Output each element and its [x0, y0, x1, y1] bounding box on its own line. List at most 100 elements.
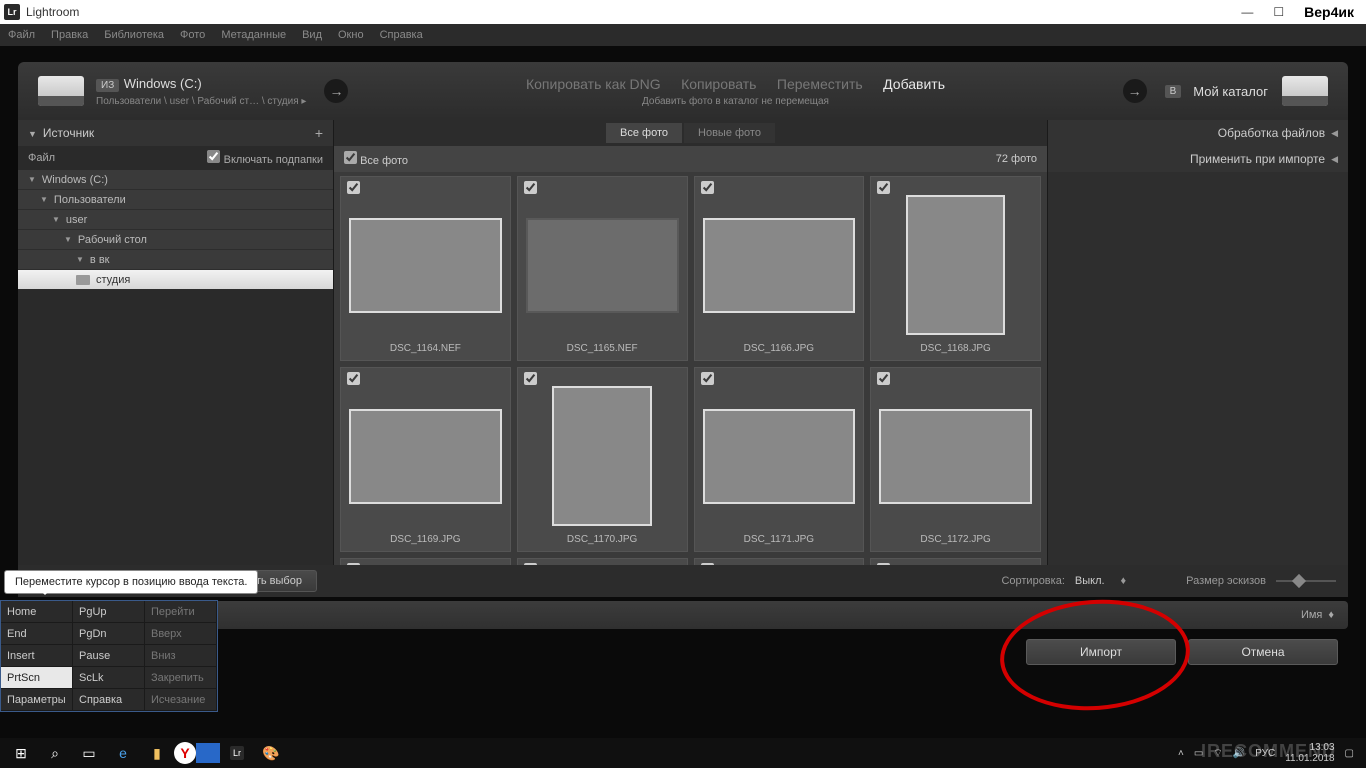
- system-tray[interactable]: ˄ ▭ ⌔ 🔊 РУС 13:0311.01.2018 ▢: [1178, 742, 1362, 764]
- osk-tooltip: Переместите курсор в позицию ввода текст…: [4, 570, 258, 594]
- osk-key[interactable]: Исчезание: [145, 689, 217, 711]
- dest-label[interactable]: Мой каталог: [1193, 84, 1268, 99]
- thumb-checkbox[interactable]: [347, 563, 360, 565]
- thumb-image: [526, 218, 679, 313]
- window-controls[interactable]: —☐: [1241, 5, 1284, 19]
- thumb-checkbox[interactable]: [524, 563, 537, 565]
- wifi-icon: ⌔: [1213, 747, 1222, 760]
- source-panel-header[interactable]: ▼Источник +: [18, 120, 333, 146]
- osk-key[interactable]: Справка: [73, 689, 145, 711]
- thumb-checkbox[interactable]: [701, 563, 714, 565]
- source-path[interactable]: Пользователи \ user \ Рабочий ст… \ студ…: [96, 96, 306, 107]
- lang-indicator: РУС: [1255, 748, 1275, 759]
- thumb-checkbox[interactable]: [877, 563, 890, 565]
- tree-vvk[interactable]: ▼в вк: [18, 250, 333, 270]
- thumbnail-cell[interactable]: [870, 558, 1041, 565]
- thumb-checkbox[interactable]: [524, 372, 537, 385]
- search-icon[interactable]: ⌕: [38, 740, 72, 766]
- menu-help[interactable]: Справка: [380, 29, 423, 41]
- thumb-filename: DSC_1166.JPG: [695, 339, 864, 360]
- osk-key[interactable]: Параметры: [1, 689, 73, 711]
- include-subfolders-toggle[interactable]: Включать подпапки: [207, 150, 323, 166]
- osk-key[interactable]: Insert: [1, 645, 73, 667]
- menu-photo[interactable]: Фото: [180, 29, 205, 41]
- edge-icon[interactable]: e: [106, 740, 140, 766]
- thumb-checkbox[interactable]: [347, 372, 360, 385]
- paint-icon[interactable]: 🎨: [254, 740, 288, 766]
- thumbnail-cell[interactable]: DSC_1172.JPG: [870, 367, 1041, 552]
- osk-key[interactable]: Перейти: [145, 601, 217, 623]
- thumbnail-cell[interactable]: DSC_1166.JPG: [694, 176, 865, 361]
- lightroom-task-icon[interactable]: Lr: [220, 740, 254, 766]
- volume-icon: 🔊: [1233, 748, 1245, 759]
- select-all-check[interactable]: Все фото: [344, 151, 408, 167]
- thumb-image: [349, 409, 502, 504]
- file-handling-header[interactable]: Обработка файлов◀: [1048, 120, 1348, 146]
- menu-view[interactable]: Вид: [302, 29, 322, 41]
- menu-edit[interactable]: Правка: [51, 29, 88, 41]
- on-screen-keyboard[interactable]: HomePgUpПерейти EndPgDnВверх InsertPauseВн…: [0, 600, 218, 712]
- explorer-icon[interactable]: ▮: [140, 740, 174, 766]
- menu-metadata[interactable]: Метаданные: [221, 29, 286, 41]
- sort-value[interactable]: Выкл.: [1075, 575, 1105, 587]
- osk-key[interactable]: ScLk: [73, 667, 145, 689]
- thumbnail-cell[interactable]: DSC_1169.JPG: [340, 367, 511, 552]
- tree-user[interactable]: ▼user: [18, 210, 333, 230]
- app-icon-1[interactable]: [196, 743, 220, 763]
- osk-key[interactable]: PgUp: [73, 601, 145, 623]
- menu-library[interactable]: Библиотека: [104, 29, 164, 41]
- tree-drive[interactable]: ▼Windows (C:): [18, 170, 333, 190]
- tab-all-photos[interactable]: Все фото: [606, 123, 682, 143]
- tree-users[interactable]: ▼Пользователи: [18, 190, 333, 210]
- thumbnail-cell[interactable]: DSC_1165.NEF: [517, 176, 688, 361]
- osk-key[interactable]: PgDn: [73, 623, 145, 645]
- thumbnail-cell[interactable]: DSC_1170.JPG: [517, 367, 688, 552]
- thumb-checkbox[interactable]: [524, 181, 537, 194]
- thumb-image: [552, 386, 651, 526]
- source-drive[interactable]: Windows (C:): [124, 76, 202, 91]
- action-move[interactable]: Переместить: [777, 76, 863, 92]
- action-copy-dng[interactable]: Копировать как DNG: [526, 76, 661, 92]
- arrow-right-icon-2[interactable]: →: [1123, 79, 1147, 103]
- add-source-icon[interactable]: +: [315, 125, 323, 141]
- thumbnail-cell[interactable]: DSC_1164.NEF: [340, 176, 511, 361]
- tab-new-photos[interactable]: Новые фото: [684, 123, 775, 143]
- yandex-icon[interactable]: Y: [174, 742, 196, 764]
- osk-key[interactable]: Pause: [73, 645, 145, 667]
- thumb-size-slider[interactable]: [1276, 580, 1336, 582]
- thumb-filename: DSC_1171.JPG: [695, 530, 864, 551]
- osk-key[interactable]: Вверх: [145, 623, 217, 645]
- osk-key[interactable]: Home: [1, 601, 73, 623]
- thumb-checkbox[interactable]: [877, 181, 890, 194]
- menu-file[interactable]: Файл: [8, 29, 35, 41]
- thumb-checkbox[interactable]: [877, 372, 890, 385]
- taskview-icon[interactable]: ▭: [72, 740, 106, 766]
- arrow-right-icon[interactable]: →: [324, 79, 348, 103]
- thumbnail-cell[interactable]: DSC_1168.JPG: [870, 176, 1041, 361]
- windows-taskbar[interactable]: ⊞ ⌕ ▭ e ▮ Y Lr 🎨 ˄ ▭ ⌔ 🔊 РУС 13:0311.01.…: [0, 738, 1366, 768]
- import-button[interactable]: Импорт: [1026, 639, 1176, 665]
- battery-icon: ▭: [1194, 748, 1203, 759]
- thumbnail-cell[interactable]: [340, 558, 511, 565]
- app-title: Lightroom: [26, 5, 1241, 19]
- action-add[interactable]: Добавить: [883, 76, 945, 92]
- tree-studio[interactable]: студия: [18, 270, 333, 290]
- cancel-button[interactable]: Отмена: [1188, 639, 1338, 665]
- file-label: Файл: [28, 152, 55, 164]
- thumb-checkbox[interactable]: [347, 181, 360, 194]
- osk-key[interactable]: PrtScn: [1, 667, 73, 689]
- apply-import-header[interactable]: Применить при импорте◀: [1048, 146, 1348, 172]
- thumbnail-cell[interactable]: [517, 558, 688, 565]
- action-copy[interactable]: Копировать: [681, 76, 756, 92]
- thumbnail-cell[interactable]: [694, 558, 865, 565]
- osk-key[interactable]: End: [1, 623, 73, 645]
- thumb-checkbox[interactable]: [701, 372, 714, 385]
- thumbnail-panel: Все фото Новые фото Все фото 72 фото DSC…: [333, 120, 1048, 565]
- tree-desktop[interactable]: ▼Рабочий стол: [18, 230, 333, 250]
- osk-key[interactable]: Закрепить: [145, 667, 217, 689]
- thumbnail-cell[interactable]: DSC_1171.JPG: [694, 367, 865, 552]
- start-icon[interactable]: ⊞: [4, 740, 38, 766]
- osk-key[interactable]: Вниз: [145, 645, 217, 667]
- menu-window[interactable]: Окно: [338, 29, 364, 41]
- thumb-checkbox[interactable]: [701, 181, 714, 194]
